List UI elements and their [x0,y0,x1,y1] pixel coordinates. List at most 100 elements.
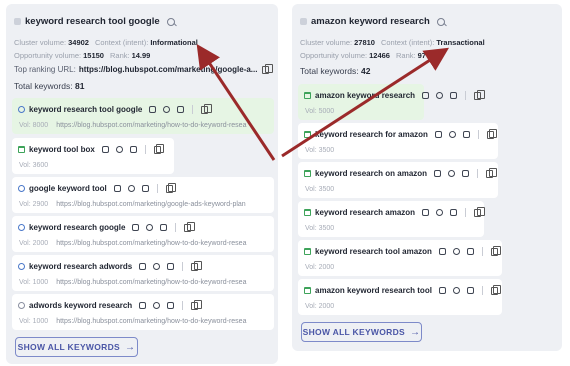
navigational-intent-icon [18,302,25,309]
serp-icon[interactable] [139,263,147,270]
keyword-url[interactable]: https://blog.hubspot.com/marketing/how-t… [56,318,246,325]
total-keywords-value: 81 [74,81,85,91]
show-all-keywords-button[interactable]: SHOW ALL KEYWORDS → [301,322,422,342]
link-icon[interactable] [115,146,123,153]
trend-icon[interactable] [450,209,458,216]
keyword-card[interactable]: keyword research tool amazon Vol: 2000 [298,240,502,276]
trend-icon[interactable] [167,302,175,309]
cluster-panel-right: amazon keyword research Cluster volume: 2… [292,4,562,351]
keyword-url[interactable]: https://blog.hubspot.com/marketing/how-t… [56,240,246,247]
copy-icon[interactable] [165,182,177,193]
trend-icon[interactable] [160,224,168,231]
copy-icon[interactable] [153,143,165,154]
link-icon[interactable] [448,131,456,138]
link-icon[interactable] [153,302,161,309]
trend-icon[interactable] [450,92,458,99]
link-icon[interactable] [127,185,135,192]
link-icon[interactable] [452,248,460,255]
keyword-url[interactable]: https://blog.hubspot.com/marketing/googl… [56,201,246,208]
keyword-url[interactable]: https://blog.hubspot.com/marketing/how-t… [56,279,246,286]
opportunity-label: Opportunity volume: [300,51,368,60]
serp-icon[interactable] [438,287,446,294]
serp-icon[interactable] [101,146,109,153]
keyword-name: keyword research amazon [315,208,416,217]
serp-icon[interactable] [422,209,430,216]
copy-icon[interactable] [490,245,502,256]
copy-icon[interactable] [474,206,485,217]
serp-icon[interactable] [438,248,446,255]
link-icon[interactable] [153,263,161,270]
keyword-volume: Vol: 3600 [19,162,49,169]
copy-icon[interactable] [201,103,212,114]
trend-icon[interactable] [466,248,474,255]
total-keywords-label: Total keywords: [14,81,73,91]
keyword-card[interactable]: keyword research adwords Vol: 1000 https… [12,255,274,291]
link-icon[interactable] [146,224,154,231]
link-icon[interactable] [163,106,171,113]
cluster-title: keyword research tool google [25,16,160,27]
trend-icon[interactable] [167,263,175,270]
keyword-card[interactable]: keyword research amazon Vol: 3500 [298,201,485,237]
link-icon[interactable] [436,92,444,99]
keyword-card[interactable]: keyword research google Vol: 2000 https:… [12,216,274,252]
keyword-card[interactable]: google keyword tool Vol: 2900 https://bl… [12,177,274,213]
link-icon[interactable] [452,287,460,294]
serp-icon[interactable] [113,185,121,192]
copy-icon[interactable] [262,63,273,74]
keyword-card[interactable]: keyword research for amazon Vol: 3500 [298,123,498,159]
keyword-card[interactable]: amazon keyword research Vol: 5000 [298,84,485,120]
divider [465,91,467,100]
serp-icon[interactable] [434,170,442,177]
keyword-card[interactable]: amazon keyword research tool Vol: 2000 [298,279,502,315]
search-icon[interactable] [436,17,445,26]
cluster-volume-value: 27810 [354,38,375,47]
trend-icon[interactable] [141,185,149,192]
cluster-checkbox[interactable] [14,18,21,25]
context-label: Context (intent): [94,38,149,47]
copy-icon[interactable] [184,221,195,232]
rank-value: 97 [417,51,426,60]
copy-icon[interactable] [486,167,497,178]
keyword-name: google keyword tool [29,184,107,193]
keyword-volume: Vol: 3500 [305,186,335,193]
serp-icon[interactable] [132,224,140,231]
keyword-name: keyword research google [29,223,126,232]
show-all-keywords-button[interactable]: SHOW ALL KEYWORDS → [15,337,138,357]
copy-icon[interactable] [191,299,202,310]
show-all-label: SHOW ALL KEYWORDS [17,342,121,352]
cluster-meta-row-2: Opportunity volume: 12466 Rank: 97 [300,51,426,60]
copy-icon[interactable] [474,89,485,100]
keyword-name: keyword research tool google [29,105,143,114]
show-all-label: SHOW ALL KEYWORDS [302,327,406,337]
keyword-card[interactable]: keyword tool box Vol: 3600 [12,138,174,174]
keyword-card[interactable]: adwords keyword research Vol: 1000 https… [12,294,274,330]
copy-icon[interactable] [490,284,502,295]
keyword-card[interactable]: keyword research on amazon Vol: 3500 [298,162,498,198]
keyword-volume: Vol: 5000 [305,108,335,115]
trend-icon[interactable] [462,170,470,177]
trend-icon[interactable] [177,106,185,113]
copy-icon[interactable] [486,128,498,139]
top-ranking-url[interactable]: https://blog.hubspot.com/marketing/googl… [79,65,258,74]
transactional-intent-icon [304,170,311,177]
keyword-name: adwords keyword research [29,301,133,310]
link-icon[interactable] [436,209,444,216]
trend-icon[interactable] [466,287,474,294]
serp-icon[interactable] [422,92,430,99]
link-icon[interactable] [448,170,456,177]
divider [481,286,483,295]
cluster-checkbox[interactable] [300,18,307,25]
opportunity-value: 12466 [369,51,390,60]
copy-icon[interactable] [191,260,202,271]
keyword-name: keyword research on amazon [315,169,428,178]
serp-icon[interactable] [139,302,147,309]
serp-icon[interactable] [149,106,157,113]
cluster-volume-label: Cluster volume: [300,38,353,47]
serp-icon[interactable] [434,131,442,138]
search-icon[interactable] [166,17,175,26]
divider [477,130,479,139]
trend-icon[interactable] [129,146,137,153]
keyword-url[interactable]: https://blog.hubspot.com/marketing/how-t… [56,122,246,129]
trend-icon[interactable] [462,131,470,138]
keyword-card[interactable]: keyword research tool google Vol: 8000 h… [12,98,274,134]
